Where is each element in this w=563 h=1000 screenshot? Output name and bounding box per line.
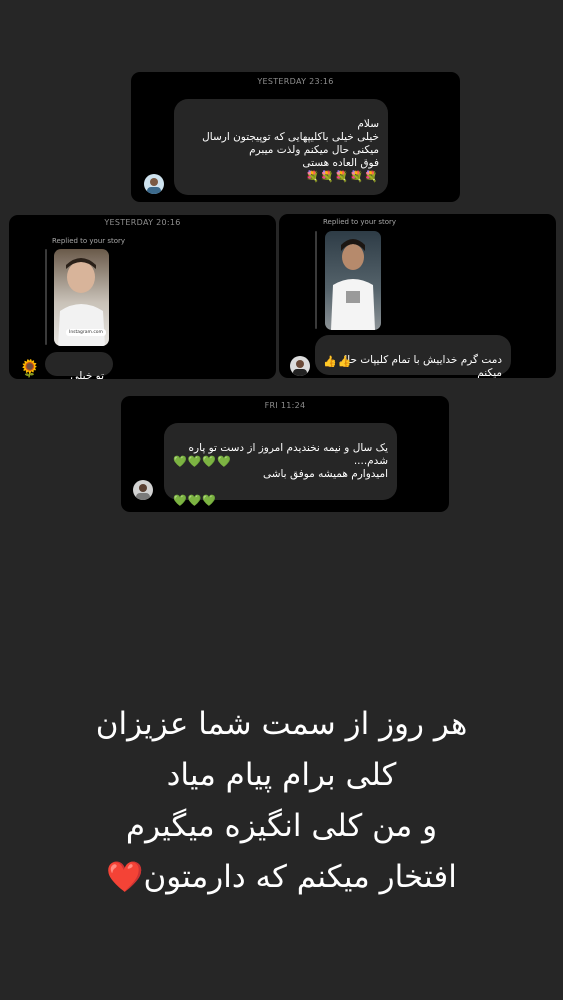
message-card-2: YESTERDAY 20:16 Replied to your story In… — [9, 215, 276, 379]
message-bubble[interactable]: سلام خیلی خیلی باکلیپهایی که توپیجتون ار… — [174, 99, 388, 195]
reply-divider — [45, 249, 47, 345]
red-heart-icon: ❤️ — [106, 860, 144, 895]
sunflower-avatar[interactable]: 🌻 — [19, 359, 39, 379]
timestamp: YESTERDAY 23:16 — [257, 77, 334, 86]
story-thumbnail[interactable] — [325, 231, 381, 330]
avatar[interactable] — [290, 356, 310, 376]
replied-label: Replied to your story — [52, 237, 126, 245]
message-bubble[interactable]: یک سال و نیمه نخندیدم امروز از دست تو پا… — [164, 423, 397, 507]
message-bubble[interactable]: دمت گرم خداییش با تمام کلیپات حال میکنم … — [315, 335, 511, 378]
user-photo-icon — [293, 360, 307, 376]
bouquet-emojis: 💐💐💐💐💐 — [305, 170, 379, 183]
avatar[interactable] — [144, 174, 164, 194]
message-bubble[interactable]: تو خیلی خوبی — [45, 352, 113, 379]
reply-divider — [315, 231, 317, 329]
instagram-tag: Instagram.com — [66, 329, 106, 336]
avatar[interactable] — [133, 480, 153, 500]
message-card-3: Replied to your story دمت گرم خداییش با … — [279, 214, 556, 378]
message-text: دمت گرم خداییش با تمام کلیپات حال میکنم … — [339, 354, 502, 378]
green-heart-emojis: 💚💚💚💚 — [173, 455, 232, 468]
user-photo-icon — [147, 178, 161, 194]
timestamp: YESTERDAY 20:16 — [104, 218, 181, 227]
story-caption: هر روز از سمت شما عزیزان کلی برام پیام م… — [0, 648, 563, 903]
message-text: تو خیلی خوبی — [70, 370, 104, 379]
message-text: سلام خیلی خیلی باکلیپهایی که توپیجتون ار… — [202, 118, 379, 169]
user-photo-icon — [136, 484, 150, 500]
message-card-4: FRI 11:24 یک سال و نیمه نخندیدم امروز از… — [121, 396, 449, 512]
caption-text: هر روز از سمت شما عزیزان کلی برام پیام م… — [95, 706, 468, 895]
timestamp: FRI 11:24 — [264, 401, 306, 410]
story-thumbnail[interactable]: Instagram.com — [54, 249, 109, 346]
replied-label: Replied to your story — [323, 218, 397, 226]
green-heart-emojis-line: 💚💚💚 — [173, 494, 218, 507]
thumbs-up-emojis: 👍👍 — [323, 355, 353, 368]
person-photo-icon — [331, 239, 375, 330]
message-card-1: YESTERDAY 23:16 سلام خیلی خیلی باکلیپهای… — [131, 72, 460, 202]
